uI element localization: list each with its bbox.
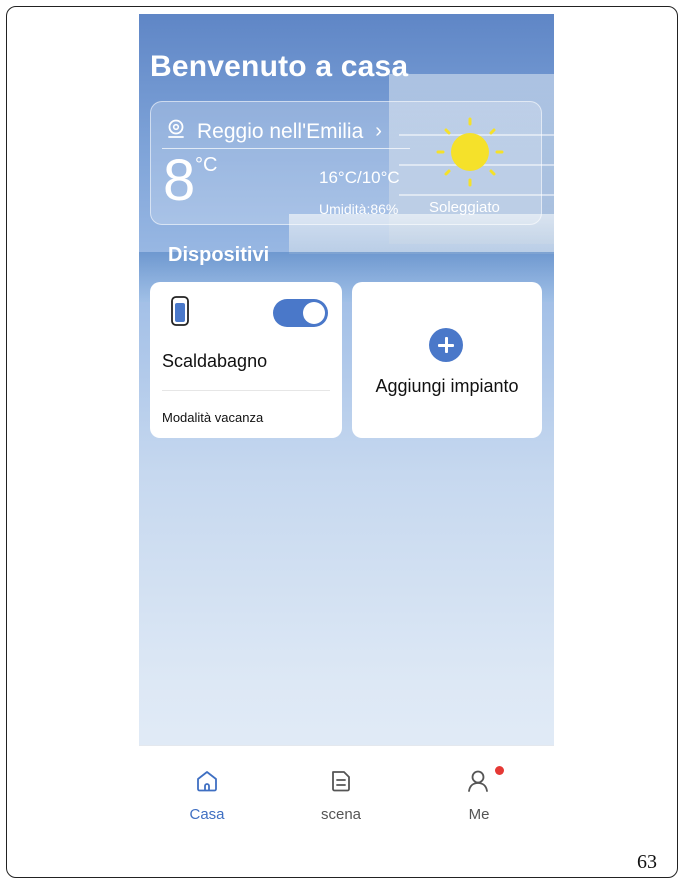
page-number: 63: [637, 851, 657, 873]
phone-screen: Benvenuto a casa Reggio nell'Emilia › 8 …: [139, 14, 554, 850]
tab-home-label: Casa: [189, 806, 225, 823]
notification-badge: [495, 766, 504, 775]
tab-home[interactable]: Casa: [167, 768, 247, 823]
add-device-card[interactable]: Aggiungi impianto: [352, 282, 542, 438]
user-icon: [466, 768, 492, 794]
device-card-water-heater[interactable]: Scaldabagno Modalità vacanza: [150, 282, 342, 438]
chevron-right-icon: ›: [375, 120, 382, 142]
page-title: Benvenuto a casa: [150, 50, 409, 83]
water-heater-icon: [170, 296, 190, 326]
location-divider: [162, 148, 410, 149]
device-name: Scaldabagno: [162, 351, 268, 371]
location-name: Reggio nell'Emilia: [197, 119, 364, 143]
card-divider: [162, 390, 330, 391]
current-temperature: 8: [163, 148, 196, 213]
power-toggle[interactable]: [273, 299, 328, 327]
add-device-label: Aggiungi impianto: [375, 376, 519, 396]
plus-icon: [429, 328, 463, 362]
sun-icon: [428, 114, 512, 198]
temperature-unit: °C: [195, 154, 218, 176]
location-selector[interactable]: Reggio nell'Emilia ›: [165, 118, 382, 145]
humidity: Umidità:86%: [319, 201, 399, 217]
home-icon: [194, 768, 220, 794]
device-mode: Modalità vacanza: [162, 410, 264, 425]
tab-scene-label: scena: [320, 806, 362, 823]
bottom-tab-bar: Casa scena Me: [139, 745, 554, 850]
weather-card[interactable]: Reggio nell'Emilia › 8 °C 16°C/10°C Umid…: [150, 101, 542, 225]
tab-me-label: Me: [468, 806, 490, 823]
location-pin-icon: [165, 118, 187, 145]
toggle-knob: [303, 302, 325, 324]
temperature-range: 16°C/10°C: [319, 168, 400, 187]
tab-me[interactable]: Me: [439, 766, 519, 823]
tab-scene[interactable]: scena: [301, 768, 381, 823]
devices-section-title: Dispositivi: [168, 244, 270, 266]
scene-icon: [328, 768, 354, 794]
weather-condition: Soleggiato: [429, 199, 500, 216]
